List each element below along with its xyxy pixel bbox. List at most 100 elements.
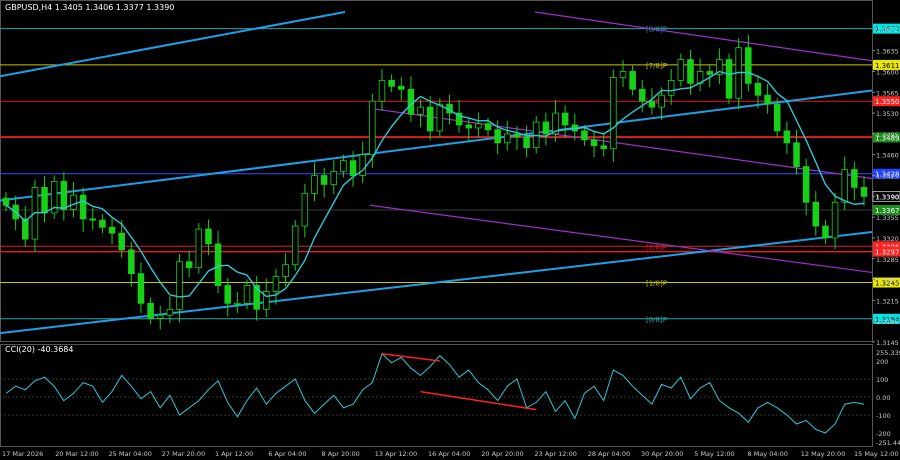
candle-body (513, 133, 521, 138)
candle-body (764, 94, 771, 105)
cci-tick-label: 0.00 (876, 394, 890, 402)
candle-body (291, 225, 299, 266)
cci-tick-label: 200 (876, 358, 888, 366)
candle-body (397, 85, 405, 90)
y-tick-label: 1.3390 (876, 193, 899, 201)
candle-body (282, 264, 289, 277)
candle-body (70, 194, 77, 210)
candle-body (610, 77, 617, 150)
y-tick-label: 1.3635 (876, 48, 899, 56)
level-label: [7/8]P (646, 62, 667, 70)
y-tick-label: 1.3215 (876, 297, 899, 305)
y-tick-label: 1.3565 (876, 89, 899, 97)
candle-body (41, 187, 48, 214)
candle-body (369, 100, 376, 156)
candle-body (841, 169, 848, 203)
candle-body (436, 103, 444, 132)
candle-body (99, 219, 106, 228)
candle-body (619, 71, 627, 78)
candle-body (340, 160, 347, 172)
x-tick-label: 16 Apr 04:00 (428, 450, 470, 458)
x-tick-label: 20 Mar 12:00 (55, 450, 98, 458)
candle-body (687, 59, 694, 84)
x-tick-label: 8 Apr 20:00 (322, 450, 360, 458)
candle-body (783, 130, 791, 144)
y-tick-label: 1.3320 (876, 235, 899, 243)
candle-body (648, 100, 656, 108)
candle-body (60, 181, 68, 210)
x-tick-label: 13 Apr 12:00 (375, 450, 417, 458)
candle-body (523, 136, 530, 148)
y-tick-label: 1.3460 (876, 152, 899, 160)
candle-body (272, 276, 280, 292)
x-tick-label: 5 May 12:00 (694, 450, 734, 458)
candle-body (195, 228, 203, 269)
candle-body (147, 302, 154, 319)
candle-body (417, 106, 424, 115)
candle-body (773, 103, 781, 132)
y-tick-label: 1.3180 (876, 318, 899, 326)
x-tick-label: 20 Apr 20:00 (481, 450, 523, 458)
x-tick-label: 27 Mar 20:00 (162, 450, 205, 458)
chart-canvas: [8/8]P[7/8]P[6/8]P[2/8]P[1/8]P[0/8]P1.36… (0, 0, 900, 460)
candle-body (137, 273, 145, 304)
candle-body (822, 225, 829, 239)
candle-body (860, 187, 868, 197)
candle-body (407, 88, 415, 115)
cci-tick-label: 100 (876, 376, 888, 384)
x-tick-label: 1 Apr 12:00 (215, 450, 253, 458)
candle-body (561, 112, 569, 126)
candle-body (639, 88, 646, 102)
y-tick-label: 1.3285 (876, 256, 899, 264)
x-tick-label: 6 Apr 04:00 (268, 450, 306, 458)
x-tick-label: 23 Apr 12:00 (535, 450, 577, 458)
y-tick-label: 1.3355 (876, 214, 899, 222)
candle-body (484, 123, 492, 131)
candle-body (426, 106, 434, 132)
candle-body (542, 121, 550, 135)
x-tick-label: 17 Mar 2026 (2, 450, 43, 458)
cci-tick-label: -200 (876, 430, 891, 438)
candle-body (388, 79, 395, 87)
candle-body (118, 232, 125, 251)
candle-body (677, 59, 685, 81)
candle-body (378, 79, 386, 102)
candle-body (79, 194, 87, 220)
candle-body (590, 139, 598, 147)
candle-body (658, 94, 665, 108)
candle-body (532, 121, 540, 148)
level-label: [1/8]P (646, 280, 667, 288)
candle-body (465, 124, 473, 129)
candle-body (754, 82, 762, 96)
y-tick-label: 1.3672 (876, 26, 899, 34)
candle-body (205, 228, 212, 245)
candle-body (176, 261, 183, 310)
main-title: GBPUSD,H4 1.3405 1.3406 1.3377 1.3390 (5, 3, 174, 12)
candle-body (320, 175, 328, 185)
candle-body (851, 169, 858, 188)
x-tick-label: 15 May 12:00 (854, 450, 899, 458)
candle-body (475, 123, 482, 129)
candle-body (166, 308, 174, 316)
candle-body (802, 166, 810, 203)
candle-body (156, 314, 164, 319)
candle-body (311, 175, 318, 194)
level-label: [0/8]P (646, 316, 667, 324)
y-tick-label: 1.3495 (876, 131, 899, 139)
y-tick-label: 1.3600 (876, 68, 899, 76)
candle-body (581, 130, 588, 141)
x-tick-label: 30 Apr 20:00 (641, 450, 683, 458)
cci-tick-label: -100 (876, 412, 891, 420)
candle-body (812, 201, 820, 227)
x-tick-label: 8 May 04:00 (748, 450, 788, 458)
candle-body (504, 133, 511, 144)
y-tick-label: 1.3530 (876, 110, 899, 118)
cci-title: CCI(20) -40.3684 (5, 345, 73, 354)
x-tick-label: 12 May 20:00 (801, 450, 846, 458)
candle-body (301, 192, 309, 227)
y-tick-label: 1.3425 (876, 173, 899, 181)
candle-body (629, 71, 636, 90)
candle-body (725, 59, 733, 99)
candle-body (494, 129, 501, 144)
candle-body (706, 71, 714, 75)
